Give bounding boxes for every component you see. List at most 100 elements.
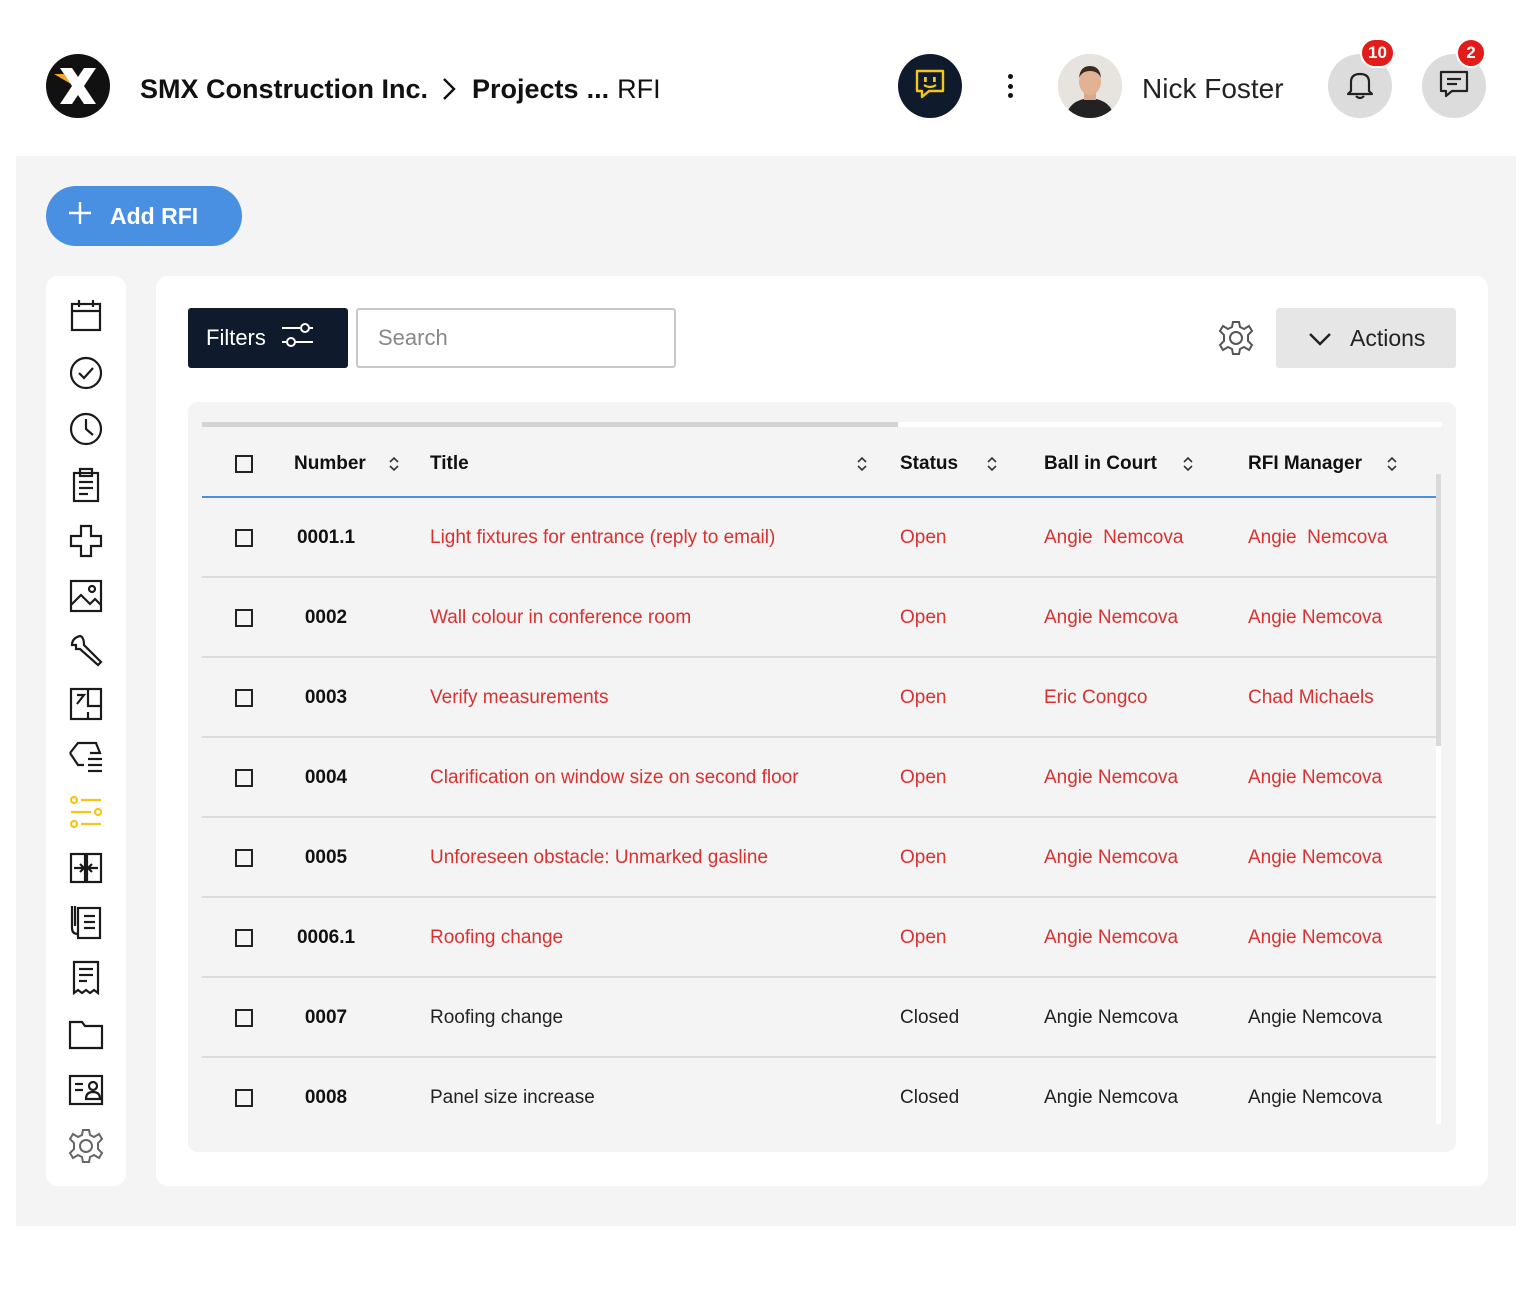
plus-icon	[68, 201, 92, 231]
rfi-list-card: Filters Actions Number Title	[156, 276, 1488, 1186]
row-checkbox[interactable]	[235, 1009, 253, 1027]
table-settings-icon[interactable]	[1216, 318, 1256, 358]
rfi-options-icon[interactable]	[66, 792, 106, 832]
row-checkbox[interactable]	[235, 849, 253, 867]
sort-icon[interactable]	[1181, 454, 1195, 474]
receipt-icon[interactable]	[66, 958, 106, 998]
column-header-number[interactable]: Number	[294, 432, 366, 496]
calendar-icon[interactable]	[66, 296, 106, 336]
rfi-ball-in-court: Eric Congco	[1044, 687, 1148, 708]
rfi-manager: Angie Nemcova	[1248, 1007, 1383, 1028]
rfi-ball-in-court: Angie Nemcova	[1044, 1087, 1179, 1108]
assistant-button[interactable]	[898, 54, 962, 118]
rfi-manager: Angie Nemcova	[1248, 927, 1383, 948]
rfi-title[interactable]: Roofing change	[430, 978, 563, 1058]
sliders-icon	[280, 320, 314, 356]
rfi-ball-in-court: Angie Nemcova	[1044, 767, 1179, 788]
table-row[interactable]: 0007 Roofing change Closed Angie Nemcova…	[202, 978, 1436, 1058]
smx-logo-icon[interactable]	[46, 54, 110, 118]
rfi-table: Number Title Status Ball in Court RFI Ma…	[188, 402, 1456, 1152]
bell-icon	[1343, 67, 1377, 106]
transfer-icon[interactable]	[66, 848, 106, 888]
breadcrumb-projects[interactable]: Projects	[472, 74, 579, 105]
table-row[interactable]: 0002 Wall colour in conference room Open…	[202, 578, 1436, 658]
rfi-status: Open	[900, 927, 947, 948]
rfi-title[interactable]: Panel size increase	[430, 1058, 595, 1138]
rfi-title[interactable]: Wall colour in conference room	[430, 578, 691, 658]
sort-icon[interactable]	[985, 454, 999, 474]
row-checkbox[interactable]	[235, 689, 253, 707]
avatar[interactable]	[1058, 54, 1122, 118]
rfi-title[interactable]: Clarification on window size on second f…	[430, 738, 799, 818]
settings-icon[interactable]	[66, 1126, 106, 1166]
filters-button[interactable]: Filters	[188, 308, 348, 368]
rfi-status: Closed	[900, 1007, 960, 1028]
rfi-number[interactable]: 0008	[298, 1058, 354, 1138]
rfi-ball-in-court: Angie Nemcova	[1044, 927, 1179, 948]
rfi-ball-in-court: Angie Nemcova	[1044, 607, 1179, 628]
clipboard-icon[interactable]	[66, 465, 106, 505]
row-checkbox[interactable]	[235, 529, 253, 547]
horizontal-scrollbar[interactable]	[202, 422, 898, 427]
folder-icon[interactable]	[66, 1014, 106, 1054]
column-header-title[interactable]: Title	[430, 432, 469, 496]
rfi-manager: Angie Nemcova	[1248, 527, 1388, 548]
specs-icon[interactable]	[66, 902, 106, 942]
rfi-status: Open	[900, 847, 947, 868]
column-header-ball-in-court[interactable]: Ball in Court	[1044, 432, 1157, 496]
breadcrumb-ellipsis[interactable]: ...	[587, 74, 610, 105]
search-input[interactable]	[356, 308, 676, 368]
sort-icon[interactable]	[387, 454, 401, 474]
table-row[interactable]: 0005 Unforeseen obstacle: Unmarked gasli…	[202, 818, 1436, 898]
module-sidebar	[46, 276, 126, 1186]
puzzle-icon[interactable]	[66, 521, 106, 561]
rfi-number[interactable]: 0006.1	[297, 898, 355, 978]
actions-button[interactable]: Actions	[1276, 308, 1456, 368]
rfi-ball-in-court: Angie Nemcova	[1044, 847, 1179, 868]
user-name[interactable]: Nick Foster	[1142, 70, 1284, 108]
row-checkbox[interactable]	[235, 609, 253, 627]
chevron-down-icon	[1308, 325, 1332, 352]
column-header-status[interactable]: Status	[900, 432, 958, 496]
rfi-title[interactable]: Unforeseen obstacle: Unmarked gasline	[430, 818, 768, 898]
row-checkbox[interactable]	[235, 929, 253, 947]
row-checkbox[interactable]	[235, 769, 253, 787]
tag-list-icon[interactable]	[66, 737, 106, 777]
breadcrumb-current: RFI	[617, 73, 661, 104]
sort-icon[interactable]	[855, 454, 869, 474]
filters-label: Filters	[206, 325, 266, 350]
rfi-ball-in-court: Angie Nemcova	[1044, 527, 1184, 548]
rfi-ball-in-court: Angie Nemcova	[1044, 1007, 1179, 1028]
wrench-icon[interactable]	[66, 631, 106, 671]
column-header-rfi-manager[interactable]: RFI Manager	[1248, 432, 1362, 496]
table-row[interactable]: 0003 Verify measurements Open Eric Congc…	[202, 658, 1436, 738]
image-icon[interactable]	[66, 576, 106, 616]
table-row[interactable]: 0001.1 Light fixtures for entrance (repl…	[202, 498, 1436, 578]
vertical-scrollbar-track[interactable]	[1436, 746, 1441, 1124]
rfi-number[interactable]: 0004	[298, 738, 354, 818]
contact-card-icon[interactable]	[66, 1070, 106, 1110]
table-row[interactable]: 0004 Clarification on window size on sec…	[202, 738, 1436, 818]
rfi-number[interactable]: 0007	[298, 978, 354, 1058]
table-row[interactable]: 0006.1 Roofing change Open Angie Nemcova…	[202, 898, 1436, 978]
rfi-number[interactable]: 0003	[298, 658, 354, 738]
rfi-title[interactable]: Roofing change	[430, 898, 563, 978]
add-rfi-button[interactable]: Add RFI	[46, 186, 242, 246]
vertical-scrollbar[interactable]	[1436, 474, 1441, 746]
breadcrumb-company[interactable]: SMX Construction Inc.	[140, 74, 428, 105]
more-vertical-icon[interactable]	[1000, 70, 1020, 102]
table-row[interactable]: 0008 Panel size increase Closed Angie Ne…	[202, 1058, 1436, 1138]
rfi-title[interactable]: Light fixtures for entrance (reply to em…	[430, 498, 775, 578]
actions-label: Actions	[1350, 324, 1426, 351]
floorplan-icon[interactable]	[66, 684, 106, 724]
rfi-number[interactable]: 0005	[298, 818, 354, 898]
messages-badge: 2	[1456, 38, 1486, 68]
sort-icon[interactable]	[1385, 454, 1399, 474]
row-checkbox[interactable]	[235, 1089, 253, 1107]
check-circle-icon[interactable]	[66, 353, 106, 393]
rfi-title[interactable]: Verify measurements	[430, 658, 608, 738]
select-all-checkbox[interactable]	[235, 455, 253, 473]
rfi-number[interactable]: 0001.1	[297, 498, 355, 578]
clock-icon[interactable]	[66, 409, 106, 449]
rfi-number[interactable]: 0002	[298, 578, 354, 658]
